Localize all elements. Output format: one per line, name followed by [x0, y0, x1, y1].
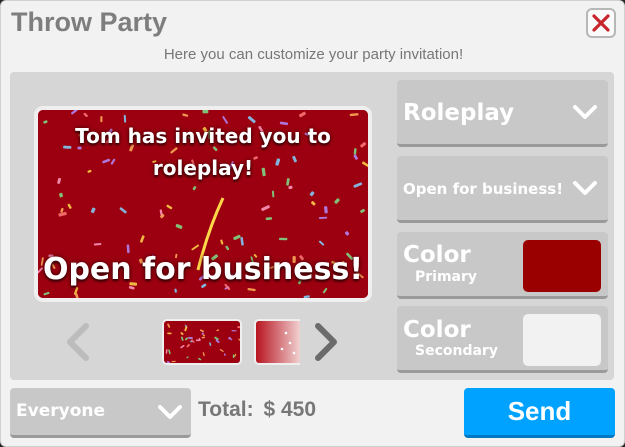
secondary-color-swatch[interactable] — [523, 314, 601, 366]
dialog-subtitle: Here you can customize your party invita… — [163, 46, 464, 63]
primary-color-label: Color — [403, 242, 471, 268]
primary-color-sublabel: Primary — [415, 269, 478, 285]
send-button[interactable]: Send — [464, 388, 615, 438]
invitation-message: Open for business! — [42, 252, 364, 287]
total-value: $ 450 — [263, 398, 317, 421]
dialog-title: Throw Party — [11, 7, 168, 37]
secondary-color-label: Color — [403, 317, 471, 343]
party-type-dropdown[interactable]: Roleplay — [397, 80, 608, 147]
invitation-header-line1: Tom has invited you to — [75, 124, 331, 148]
invitation-preview: Tom has invited you to roleplay! Open fo… — [34, 106, 372, 302]
invitation-header: Tom has invited you to roleplay! — [38, 120, 368, 184]
party-type-value: Roleplay — [403, 100, 515, 126]
total-price: Total: $ 450 — [198, 398, 316, 422]
message-dropdown[interactable]: Open for business! — [397, 156, 608, 223]
chevron-left-icon[interactable] — [64, 322, 92, 362]
audience-dropdown[interactable]: Everyone — [10, 388, 191, 438]
background-thumbnail-gradient[interactable] — [254, 319, 300, 365]
invitation-header-line2: roleplay! — [152, 156, 254, 180]
chevron-down-icon — [573, 105, 597, 119]
background-thumbnail-confetti[interactable] — [162, 319, 242, 365]
secondary-color-picker[interactable]: Color Secondary — [397, 306, 608, 373]
close-icon — [592, 14, 610, 32]
total-label: Total: — [198, 398, 254, 421]
primary-color-picker[interactable]: Color Primary — [397, 232, 608, 299]
chevron-right-icon[interactable] — [312, 322, 340, 362]
audience-value: Everyone — [16, 401, 106, 421]
chevron-down-icon — [158, 405, 182, 419]
close-button[interactable] — [586, 8, 616, 38]
chevron-down-icon — [573, 181, 597, 195]
secondary-color-sublabel: Secondary — [415, 343, 498, 359]
message-value: Open for business! — [403, 180, 564, 198]
primary-color-swatch[interactable] — [523, 240, 601, 292]
